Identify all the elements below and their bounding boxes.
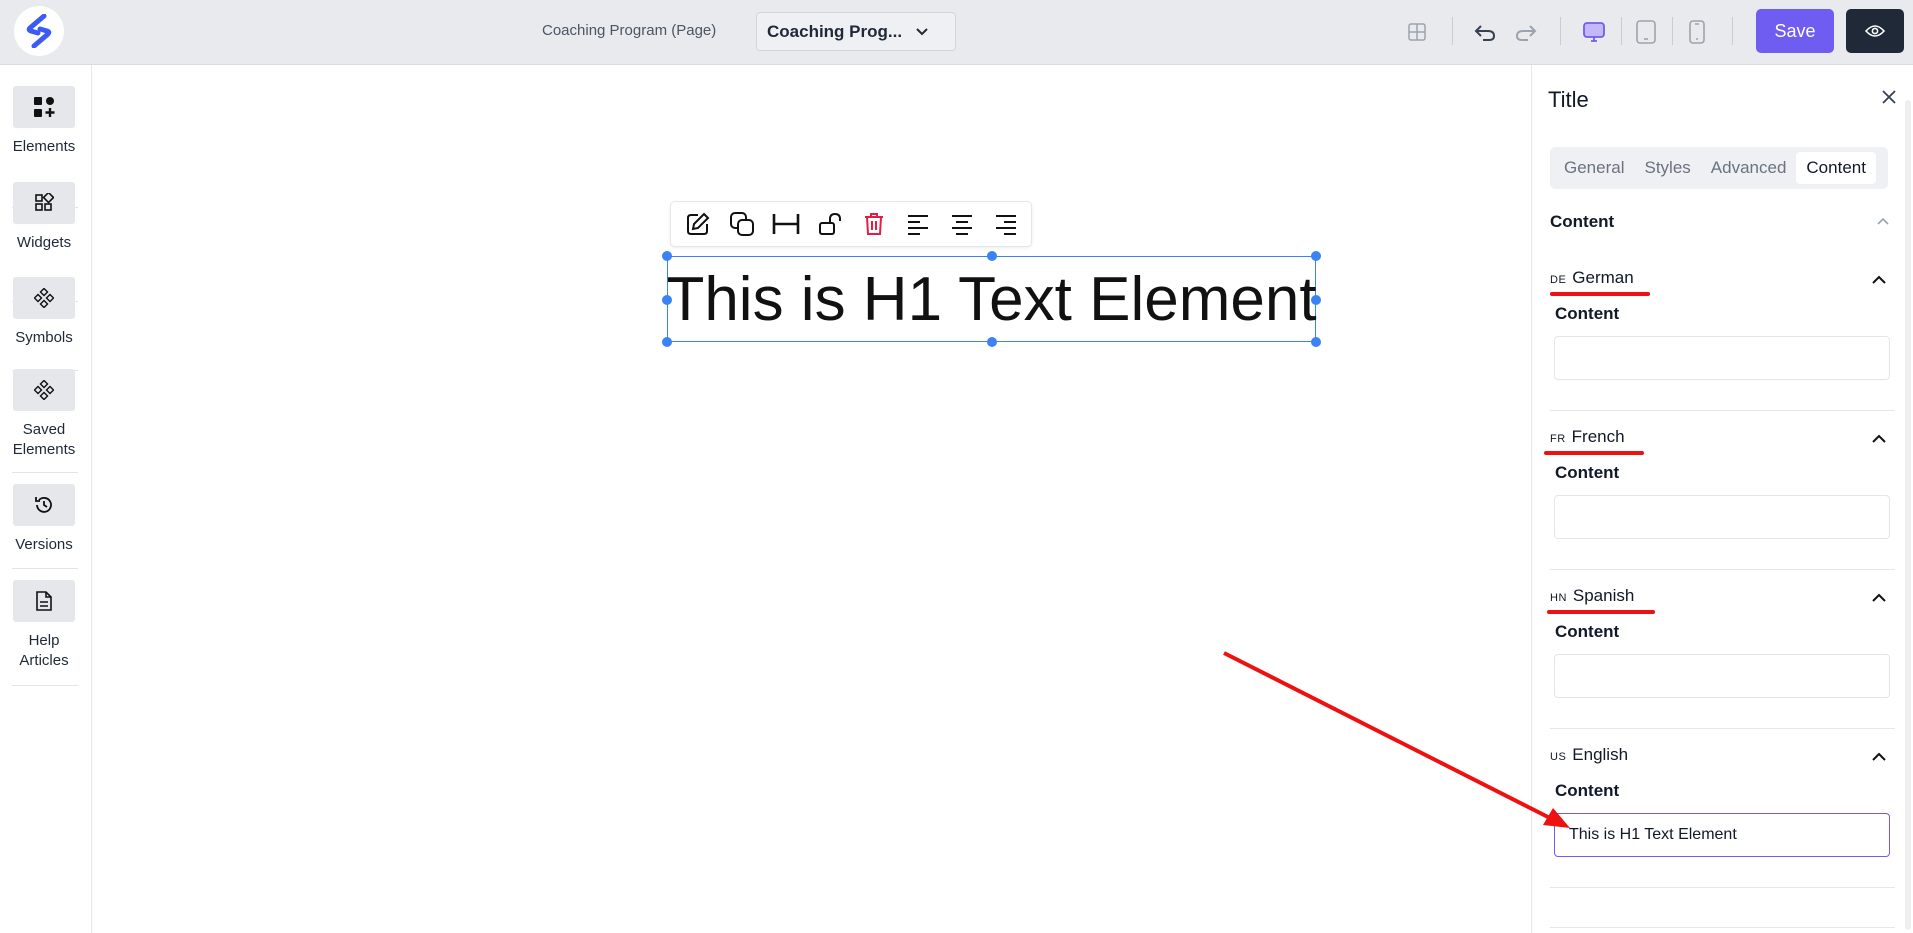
sidebar-item-label: Saved Elements bbox=[12, 421, 76, 458]
language-name: Spanish bbox=[1572, 586, 1635, 605]
sidebar-item-label: Versions bbox=[15, 536, 73, 553]
annotation-underline bbox=[1547, 610, 1655, 614]
chevron-up-icon[interactable] bbox=[1871, 590, 1887, 608]
tablet-view-icon[interactable] bbox=[1631, 17, 1661, 47]
duplicate-icon[interactable] bbox=[723, 204, 761, 244]
redo-icon[interactable] bbox=[1511, 17, 1541, 47]
language-header[interactable]: DE German bbox=[1550, 268, 1895, 292]
resize-handle[interactable] bbox=[1311, 295, 1321, 305]
panel-tabs: General Styles Advanced Content bbox=[1550, 147, 1888, 189]
content-input-spanish[interactable] bbox=[1554, 654, 1890, 698]
sidebar-item-elements[interactable]: Elements bbox=[12, 86, 76, 157]
language-name: French bbox=[1571, 427, 1625, 446]
undo-icon[interactable] bbox=[1470, 17, 1500, 47]
h1-text-element[interactable]: This is H1 Text Element bbox=[662, 251, 1321, 347]
annotation-underline bbox=[1544, 451, 1644, 455]
sidebar-item-symbols[interactable]: Symbols bbox=[12, 277, 76, 348]
section-title: Content bbox=[1550, 212, 1615, 231]
language-header[interactable]: US English bbox=[1550, 745, 1895, 769]
saved-elements-icon bbox=[13, 369, 75, 411]
logo-icon bbox=[26, 14, 52, 48]
language-header[interactable]: HN Spanish bbox=[1550, 586, 1895, 610]
language-header[interactable]: FR French bbox=[1550, 427, 1895, 451]
tab-general[interactable]: General bbox=[1554, 152, 1634, 184]
sidebar-item-label: Widgets bbox=[16, 234, 72, 251]
widgets-icon bbox=[13, 182, 75, 224]
save-button[interactable]: Save bbox=[1756, 9, 1834, 53]
unlock-icon[interactable] bbox=[811, 204, 849, 244]
editor-canvas[interactable]: This is H1 Text Element bbox=[93, 65, 1531, 933]
resize-handle[interactable] bbox=[662, 251, 672, 261]
resize-handle[interactable] bbox=[1311, 251, 1321, 261]
app-logo[interactable] bbox=[14, 6, 64, 56]
align-center-icon[interactable] bbox=[943, 204, 981, 244]
grid-icon[interactable] bbox=[1402, 17, 1432, 47]
language-name: German bbox=[1572, 268, 1634, 287]
preview-button[interactable] bbox=[1846, 9, 1904, 53]
page-label: Coaching Program (Page) bbox=[542, 22, 717, 39]
elements-icon bbox=[13, 86, 75, 128]
tab-styles[interactable]: Styles bbox=[1634, 152, 1700, 184]
sidebar-item-help-articles[interactable]: Help Articles bbox=[12, 580, 76, 671]
language-section-spanish: HN Spanish Content bbox=[1550, 586, 1895, 698]
content-input-german[interactable] bbox=[1554, 336, 1890, 380]
document-icon bbox=[13, 580, 75, 622]
chevron-down-icon bbox=[916, 27, 928, 35]
resize-handle[interactable] bbox=[987, 337, 997, 347]
top-bar: Coaching Program (Page) Coaching Prog...… bbox=[0, 0, 1913, 65]
width-icon[interactable] bbox=[767, 204, 805, 244]
language-code: FR bbox=[1550, 433, 1566, 445]
resize-handle[interactable] bbox=[987, 251, 997, 261]
tab-advanced[interactable]: Advanced bbox=[1701, 152, 1797, 184]
page-select[interactable]: Coaching Prog... bbox=[756, 12, 956, 51]
sidebar-item-widgets[interactable]: Widgets bbox=[12, 182, 76, 253]
content-label: Content bbox=[1555, 463, 1620, 482]
content-input-english[interactable] bbox=[1554, 813, 1890, 857]
language-name: English bbox=[1572, 745, 1629, 764]
page-select-value: Coaching Prog... bbox=[767, 21, 903, 41]
panel-title: Title bbox=[1548, 87, 1589, 112]
sidebar-item-label: Help Articles bbox=[19, 632, 69, 669]
sidebar-item-saved-elements[interactable]: Saved Elements bbox=[12, 369, 76, 460]
content-label: Content bbox=[1555, 304, 1620, 323]
mobile-view-icon[interactable] bbox=[1682, 17, 1712, 47]
sidebar-item-label: Symbols bbox=[15, 329, 73, 346]
language-section-german: DE German Content bbox=[1550, 268, 1895, 380]
edit-icon[interactable] bbox=[679, 204, 717, 244]
eye-icon bbox=[1865, 25, 1885, 37]
language-code: DE bbox=[1550, 274, 1567, 286]
language-section-french: FR French Content bbox=[1550, 427, 1895, 539]
content-label: Content bbox=[1555, 622, 1620, 641]
h1-heading: This is H1 Text Element bbox=[666, 264, 1317, 334]
close-icon[interactable] bbox=[1877, 85, 1901, 109]
delete-icon[interactable] bbox=[855, 204, 893, 244]
annotation-underline bbox=[1550, 292, 1650, 296]
tab-content[interactable]: Content bbox=[1796, 152, 1876, 184]
language-section-english: US English Content bbox=[1550, 745, 1895, 857]
element-toolbar bbox=[670, 201, 1032, 247]
language-code: HN bbox=[1550, 592, 1567, 604]
sidebar-item-versions[interactable]: Versions bbox=[12, 484, 76, 555]
history-icon bbox=[13, 484, 75, 526]
align-left-icon[interactable] bbox=[899, 204, 937, 244]
resize-handle[interactable] bbox=[662, 337, 672, 347]
content-input-french[interactable] bbox=[1554, 495, 1890, 539]
chevron-up-icon[interactable] bbox=[1871, 431, 1887, 449]
sidebar-item-label: Elements bbox=[12, 138, 76, 155]
desktop-view-icon[interactable] bbox=[1579, 17, 1609, 47]
chevron-up-icon[interactable] bbox=[1871, 272, 1887, 290]
resize-handle[interactable] bbox=[662, 295, 672, 305]
align-right-icon[interactable] bbox=[987, 204, 1025, 244]
panel-scrollbar[interactable] bbox=[1905, 100, 1911, 930]
content-label: Content bbox=[1555, 781, 1620, 800]
language-code: US bbox=[1550, 751, 1567, 763]
chevron-up-icon[interactable] bbox=[1871, 749, 1887, 767]
left-sidebar: Elements Widgets Symbols Saved Elements … bbox=[0, 65, 92, 933]
resize-handle[interactable] bbox=[1311, 337, 1321, 347]
symbols-icon bbox=[13, 277, 75, 319]
properties-panel: Title General Styles Advanced Content Co… bbox=[1531, 65, 1913, 933]
chevron-up-icon[interactable] bbox=[1876, 213, 1890, 231]
